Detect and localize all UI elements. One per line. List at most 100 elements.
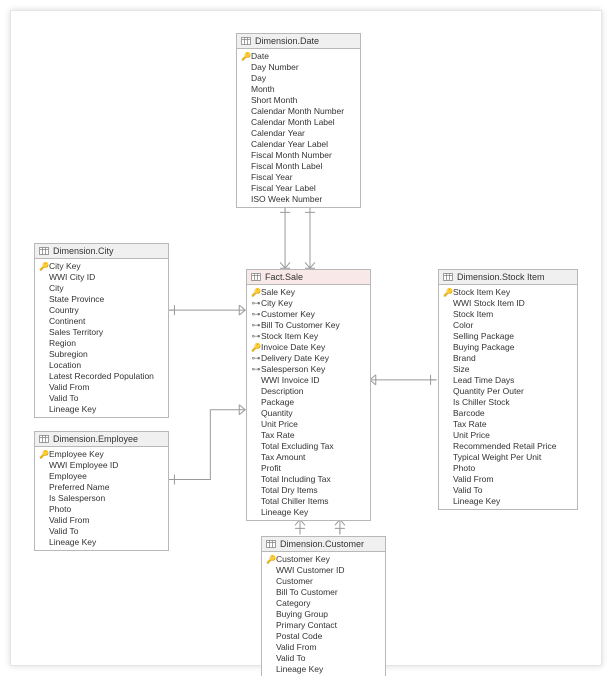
field-row[interactable]: Lead Time Days <box>439 375 577 386</box>
field-row[interactable]: Unit Price <box>439 430 577 441</box>
field-row[interactable]: Typical Weight Per Unit <box>439 452 577 463</box>
field-row[interactable]: Valid From <box>262 642 385 653</box>
field-row[interactable]: Fiscal Month Label <box>237 161 360 172</box>
field-row[interactable]: Postal Code <box>262 631 385 642</box>
field-row[interactable]: Customer <box>262 576 385 587</box>
entity-dimension-city[interactable]: Dimension.City 🔑City KeyWWI City IDCitySt… <box>34 243 169 418</box>
field-row[interactable]: 🔑Stock Item Key <box>439 287 577 298</box>
field-row[interactable]: Fiscal Month Number <box>237 150 360 161</box>
entity-dimension-employee[interactable]: Dimension.Employee 🔑Employee KeyWWI Emplo… <box>34 431 169 551</box>
field-row[interactable]: Valid To <box>35 393 168 404</box>
field-row[interactable]: Calendar Year <box>237 128 360 139</box>
field-row[interactable]: ISO Week Number <box>237 194 360 205</box>
field-row[interactable]: Recommended Retail Price <box>439 441 577 452</box>
field-row[interactable]: WWI Stock Item ID <box>439 298 577 309</box>
field-row[interactable]: Latest Recorded Population <box>35 371 168 382</box>
field-row[interactable]: Lineage Key <box>262 664 385 675</box>
field-row[interactable]: Lineage Key <box>439 496 577 507</box>
field-row[interactable]: ⊶Delivery Date Key <box>247 353 370 364</box>
field-row[interactable]: ⊶City Key <box>247 298 370 309</box>
field-row[interactable]: Valid From <box>439 474 577 485</box>
field-row[interactable]: Employee <box>35 471 168 482</box>
field-row[interactable]: 🔑Invoice Date Key <box>247 342 370 353</box>
field-row[interactable]: Month <box>237 84 360 95</box>
field-row[interactable]: Is Salesperson <box>35 493 168 504</box>
field-row[interactable]: Lineage Key <box>35 537 168 548</box>
entity-header[interactable]: Dimension.City <box>35 244 168 259</box>
field-row[interactable]: Bill To Customer <box>262 587 385 598</box>
field-row[interactable]: Continent <box>35 316 168 327</box>
field-row[interactable]: Tax Rate <box>247 430 370 441</box>
field-row[interactable]: ⊶Salesperson Key <box>247 364 370 375</box>
field-row[interactable]: Subregion <box>35 349 168 360</box>
field-row[interactable]: Total Excluding Tax <box>247 441 370 452</box>
field-row[interactable]: Day Number <box>237 62 360 73</box>
field-row[interactable]: Preferred Name <box>35 482 168 493</box>
field-row[interactable]: Photo <box>439 463 577 474</box>
field-row[interactable]: Profit <box>247 463 370 474</box>
field-row[interactable]: State Province <box>35 294 168 305</box>
field-row[interactable]: Tax Amount <box>247 452 370 463</box>
field-row[interactable]: ⊶Bill To Customer Key <box>247 320 370 331</box>
entity-header[interactable]: Dimension.Stock Item <box>439 270 577 285</box>
entity-header[interactable]: Fact.Sale <box>247 270 370 285</box>
field-row[interactable]: 🔑Employee Key <box>35 449 168 460</box>
field-row[interactable]: Description <box>247 386 370 397</box>
field-row[interactable]: Region <box>35 338 168 349</box>
field-row[interactable]: Short Month <box>237 95 360 106</box>
field-row[interactable]: ⊶Customer Key <box>247 309 370 320</box>
entity-fact-sale[interactable]: Fact.Sale 🔑Sale Key⊶City Key⊶Customer Key… <box>246 269 371 521</box>
field-row[interactable]: 🔑Sale Key <box>247 287 370 298</box>
field-row[interactable]: Is Chiller Stock <box>439 397 577 408</box>
field-row[interactable]: Valid To <box>262 653 385 664</box>
entity-header[interactable]: Dimension.Employee <box>35 432 168 447</box>
entity-header[interactable]: Dimension.Customer <box>262 537 385 552</box>
field-row[interactable]: Valid To <box>439 485 577 496</box>
field-row[interactable]: Barcode <box>439 408 577 419</box>
field-row[interactable]: Sales Territory <box>35 327 168 338</box>
field-row[interactable]: WWI City ID <box>35 272 168 283</box>
entity-dimension-customer[interactable]: Dimension.Customer 🔑Customer KeyWWI Custo… <box>261 536 386 676</box>
field-row[interactable]: Primary Contact <box>262 620 385 631</box>
field-row[interactable]: Color <box>439 320 577 331</box>
field-row[interactable]: Selling Package <box>439 331 577 342</box>
field-row[interactable]: WWI Customer ID <box>262 565 385 576</box>
field-row[interactable]: Day <box>237 73 360 84</box>
field-row[interactable]: Valid From <box>35 382 168 393</box>
field-row[interactable]: Fiscal Year Label <box>237 183 360 194</box>
field-row[interactable]: Category <box>262 598 385 609</box>
field-row[interactable]: ⊶Stock Item Key <box>247 331 370 342</box>
field-row[interactable]: Unit Price <box>247 419 370 430</box>
entity-dimension-stock-item[interactable]: Dimension.Stock Item 🔑Stock Item KeyWWI S… <box>438 269 578 510</box>
field-row[interactable]: WWI Invoice ID <box>247 375 370 386</box>
field-row[interactable]: Quantity <box>247 408 370 419</box>
field-row[interactable]: Valid From <box>35 515 168 526</box>
field-row[interactable]: City <box>35 283 168 294</box>
field-row[interactable]: Calendar Year Label <box>237 139 360 150</box>
field-row[interactable]: Lineage Key <box>35 404 168 415</box>
field-row[interactable]: Calendar Month Label <box>237 117 360 128</box>
field-row[interactable]: Stock Item <box>439 309 577 320</box>
field-row[interactable]: Valid To <box>35 526 168 537</box>
entity-dimension-date[interactable]: Dimension.Date 🔑DateDay NumberDayMonthSho… <box>236 33 361 208</box>
field-row[interactable]: Lineage Key <box>247 507 370 518</box>
field-row[interactable]: Country <box>35 305 168 316</box>
field-row[interactable]: Quantity Per Outer <box>439 386 577 397</box>
field-row[interactable]: Total Dry Items <box>247 485 370 496</box>
field-row[interactable]: Location <box>35 360 168 371</box>
field-row[interactable]: Total Including Tax <box>247 474 370 485</box>
entity-header[interactable]: Dimension.Date <box>237 34 360 49</box>
field-row[interactable]: Total Chiller Items <box>247 496 370 507</box>
field-row[interactable]: Calendar Month Number <box>237 106 360 117</box>
field-row[interactable]: Photo <box>35 504 168 515</box>
field-row[interactable]: Brand <box>439 353 577 364</box>
field-row[interactable]: Package <box>247 397 370 408</box>
field-row[interactable]: WWI Employee ID <box>35 460 168 471</box>
field-row[interactable]: 🔑City Key <box>35 261 168 272</box>
field-row[interactable]: Size <box>439 364 577 375</box>
field-row[interactable]: 🔑Date <box>237 51 360 62</box>
field-row[interactable]: 🔑Customer Key <box>262 554 385 565</box>
field-row[interactable]: Tax Rate <box>439 419 577 430</box>
field-row[interactable]: Buying Package <box>439 342 577 353</box>
field-row[interactable]: Buying Group <box>262 609 385 620</box>
